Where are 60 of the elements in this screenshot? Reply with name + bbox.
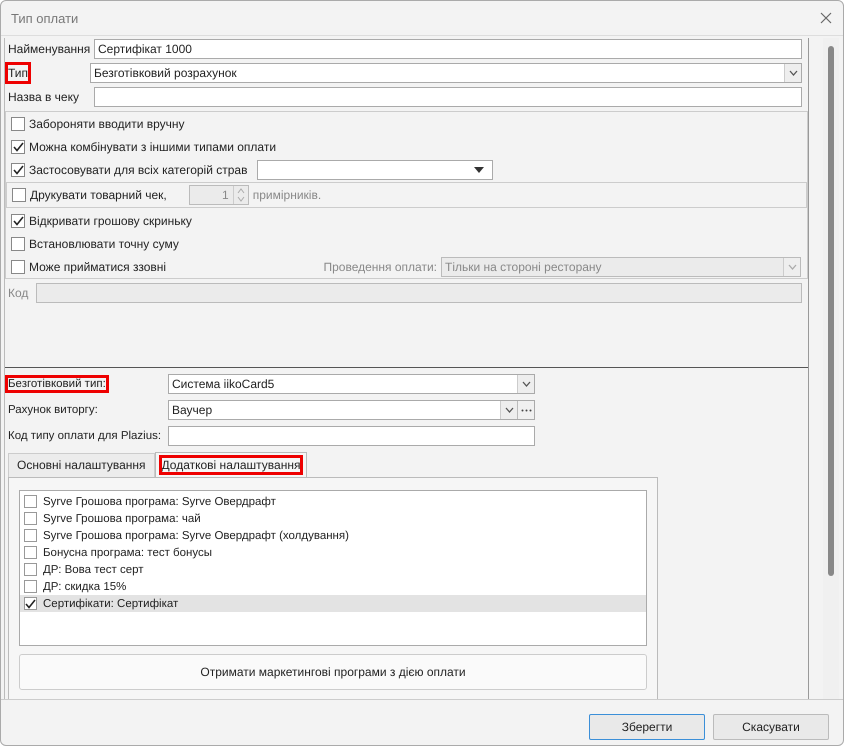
- dropdown-field[interactable]: Безготівковий розрахунок: [90, 63, 802, 83]
- tab[interactable]: Додаткові налаштування: [154, 452, 308, 477]
- fetch-programs-button[interactable]: Отримати маркетингові програми з дією оплати: [19, 654, 647, 690]
- dropdown-field[interactable]: Система iikoCard5: [168, 374, 535, 394]
- checkbox-label: Застосовувати для всіх категорій страв: [29, 162, 248, 176]
- checkbox[interactable]: [12, 188, 26, 202]
- field-label: Код типу оплати для Plazius:: [8, 430, 162, 442]
- dropdown-field[interactable]: Ваучер: [168, 400, 535, 420]
- chevron-down-icon: [522, 381, 530, 387]
- list-item[interactable]: Syrve Грошова програма: чай: [20, 510, 646, 527]
- list-item[interactable]: ДР: скидка 15%: [20, 578, 646, 595]
- text-field[interactable]: Сертифікат 1000: [94, 39, 802, 59]
- window-title: Тип оплати: [11, 10, 78, 26]
- field-label: Тип: [8, 65, 28, 81]
- checkbox-label: Можна комбінувати з іншими типами оплати: [29, 140, 276, 154]
- copies-label: примірників.: [252, 188, 322, 202]
- checkbox-label: Відкривати грошову скриньку: [29, 214, 192, 228]
- list-item[interactable]: ДР: Вова тест серт: [20, 561, 646, 578]
- dropdown-field[interactable]: [257, 160, 494, 180]
- field-label: Рахунок виторгу:: [8, 404, 98, 416]
- code-field[interactable]: [36, 283, 802, 303]
- list-item[interactable]: Бонусна програма: тест бонусы: [20, 544, 646, 561]
- checkbox[interactable]: [24, 563, 37, 576]
- field-label: Код: [8, 286, 30, 300]
- checkbox[interactable]: [11, 260, 25, 274]
- field-label: Найменування: [8, 41, 92, 57]
- more-button[interactable]: [517, 401, 534, 419]
- checkbox[interactable]: [24, 597, 37, 610]
- list-item[interactable]: Сертифікати: Сертифікат: [20, 595, 646, 612]
- dialog-button[interactable]: Зберегти: [589, 714, 705, 740]
- checkbox-label: Може прийматися ззовні: [29, 260, 166, 274]
- field-label: Безготівковий тип:: [8, 378, 106, 390]
- checkbox-label: Встановлювати точну суму: [29, 236, 179, 250]
- checkbox[interactable]: [11, 236, 25, 250]
- chevron-down-icon: [788, 264, 796, 270]
- checkbox[interactable]: [11, 214, 25, 228]
- text-field[interactable]: [168, 426, 535, 446]
- field-label: Назва в чеку: [8, 89, 80, 105]
- chevron-down-icon: [788, 70, 798, 76]
- checkbox-label: Забороняти вводити вручну: [29, 116, 185, 130]
- checkbox[interactable]: [24, 580, 37, 593]
- checkbox[interactable]: [11, 140, 25, 154]
- checkbox[interactable]: [11, 162, 25, 176]
- checkbox[interactable]: [24, 529, 37, 542]
- spin-arrows-icon: [236, 187, 245, 203]
- list-item[interactable]: Syrve Грошова програма: Syrve Овердрафт (холдування): [20, 527, 646, 544]
- caret-down-icon: [474, 166, 484, 172]
- checkbox[interactable]: [24, 495, 37, 508]
- close-icon[interactable]: [820, 12, 832, 24]
- text-field[interactable]: [94, 87, 802, 107]
- field-label: Проведення оплати:: [323, 260, 437, 274]
- checkbox[interactable]: [11, 116, 25, 130]
- checkbox[interactable]: [24, 546, 37, 559]
- dialog-button[interactable]: Скасувати: [713, 714, 829, 740]
- tab[interactable]: Основні налаштування: [8, 453, 155, 477]
- list-item[interactable]: Syrve Грошова програма: Syrve Овердрафт: [20, 493, 646, 510]
- ellipsis-icon: [520, 408, 532, 412]
- chevron-down-icon: [504, 407, 514, 413]
- checkbox-label: Друкувати товарний чек,: [30, 188, 167, 202]
- checkbox[interactable]: [24, 512, 37, 525]
